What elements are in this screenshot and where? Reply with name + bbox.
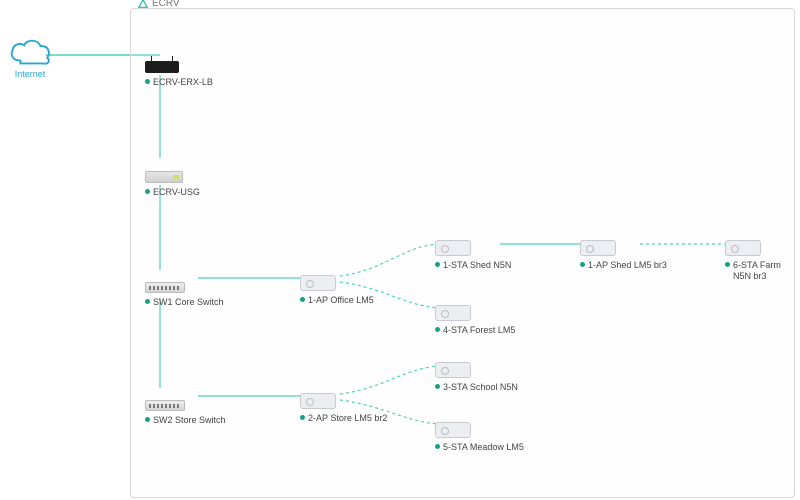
node-label: 4-STA Forest LM5 — [443, 325, 515, 336]
site-icon — [138, 0, 148, 9]
node-sta6[interactable]: 6-STA Farm N5N br3 — [725, 228, 797, 283]
status-dot — [435, 444, 440, 449]
node-sw2[interactable]: SW2 Store Switch — [145, 383, 235, 426]
router-icon — [145, 61, 179, 73]
station-icon — [435, 362, 471, 378]
node-sta4[interactable]: 4-STA Forest LM5 — [435, 293, 525, 336]
node-label: 1-STA Shed N5N — [443, 260, 511, 271]
status-dot — [435, 384, 440, 389]
switch-icon — [145, 400, 185, 411]
status-dot — [435, 327, 440, 332]
node-label: 5-STA Meadow LM5 — [443, 442, 524, 453]
node-label: 1-AP Office LM5 — [308, 295, 374, 306]
node-sta5[interactable]: 5-STA Meadow LM5 — [435, 410, 525, 453]
gateway-icon — [145, 171, 183, 183]
status-dot — [580, 262, 585, 267]
status-dot — [300, 297, 305, 302]
station-icon — [435, 422, 471, 438]
node-sta1[interactable]: 1-STA Shed N5N — [435, 228, 525, 271]
node-label: 2-AP Store LM5 br2 — [308, 413, 387, 424]
node-label: 3-STA School N5N — [443, 382, 518, 393]
status-dot — [145, 189, 150, 194]
site-name: ECRV — [152, 0, 180, 9]
status-dot — [725, 262, 730, 267]
ap-icon — [300, 275, 336, 291]
node-label: ECRV-USG — [153, 187, 200, 198]
node-label: 6-STA Farm N5N br3 — [733, 260, 797, 283]
node-label: SW2 Store Switch — [153, 415, 226, 426]
node-label: 1-AP Shed LM5 br3 — [588, 260, 667, 271]
node-label: SW1 Core Switch — [153, 297, 224, 308]
cloud-icon — [7, 35, 53, 67]
node-ap1[interactable]: 1-AP Office LM5 — [300, 263, 390, 306]
node-router[interactable]: ECRV-ERX-LB — [145, 45, 235, 88]
ap-icon — [300, 393, 336, 409]
status-dot — [300, 415, 305, 420]
station-icon — [435, 305, 471, 321]
station-icon — [725, 240, 761, 256]
status-dot — [145, 417, 150, 422]
status-dot — [145, 299, 150, 304]
node-label: ECRV-ERX-LB — [153, 77, 213, 88]
status-dot — [145, 79, 150, 84]
node-sta3[interactable]: 3-STA School N5N — [435, 350, 525, 393]
ap-icon — [580, 240, 616, 256]
station-icon — [435, 240, 471, 256]
node-ap2[interactable]: 2-AP Store LM5 br2 — [300, 381, 390, 424]
status-dot — [435, 262, 440, 267]
site-title: ECRV — [138, 0, 180, 9]
node-usg[interactable]: ECRV-USG — [145, 155, 235, 198]
internet-node[interactable]: Internet — [0, 35, 60, 79]
node-ap-shed[interactable]: 1-AP Shed LM5 br3 — [580, 228, 670, 271]
switch-icon — [145, 282, 185, 293]
node-sw1[interactable]: SW1 Core Switch — [145, 265, 235, 308]
internet-label: Internet — [0, 69, 60, 79]
